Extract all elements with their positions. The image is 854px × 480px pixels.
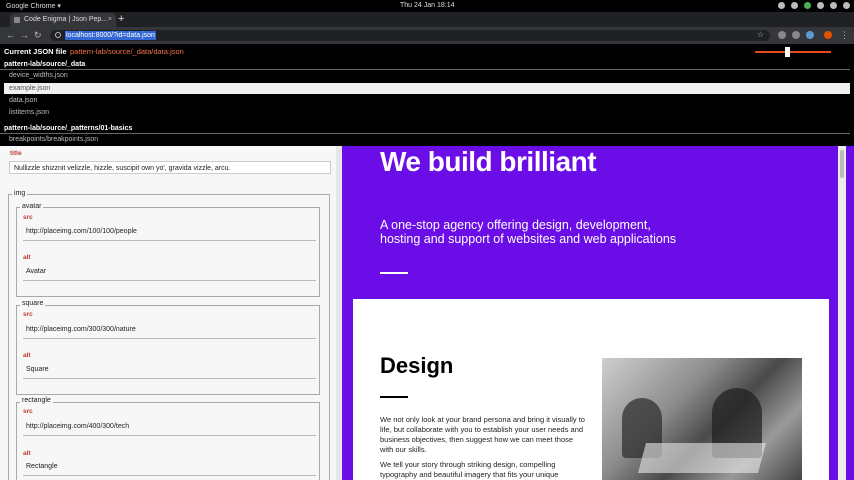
tray-icon[interactable] [778,2,785,9]
input-underline [23,338,316,339]
src-label: src [23,214,33,221]
alt-label: alt [23,352,31,359]
current-json-label: Current JSON file [4,47,67,56]
rectangle-fieldset [16,402,320,480]
directory-heading: pattern-lab/source/_patterns/01-basics [4,125,133,132]
current-json-file: pattern-lab/source/_data/data.json [70,47,184,56]
hero-divider [380,272,408,274]
alt-input[interactable]: Avatar [26,268,46,275]
hero-subtitle: A one-stop agency offering design, devel… [380,218,677,246]
file-item-selected[interactable]: example.json [4,83,850,94]
active-app-label[interactable]: Google Chrome ▾ [6,2,61,10]
extension-icon[interactable] [792,31,800,39]
pattern-preview: We build brilliant A one-stop agency off… [342,146,854,480]
file-item[interactable]: listitems.json [9,109,49,116]
width-slider[interactable] [755,47,831,57]
json-form-pane: title Nullizzle shizznit velizzle, hizzl… [0,146,342,480]
src-input[interactable]: http://placeimg.com/400/300/tech [26,423,129,430]
square-legend: square [20,300,46,307]
slider-thumb[interactable] [785,47,790,57]
input-underline [23,378,316,379]
browser-toolbar: ← → ↻ localhost:8000/?id=data.json ☆ ⋮ [0,27,854,44]
json-file-list: pattern-lab/source/_data device_widths.j… [0,60,854,146]
alt-label: alt [23,450,31,457]
src-input[interactable]: http://placeimg.com/100/100/people [26,228,137,235]
directory-heading: pattern-lab/source/_data [4,61,86,68]
file-item[interactable]: breakpoints/breakpoints.json [9,136,98,143]
card-divider [380,396,408,398]
card-paragraph: We tell your story through striking desi… [380,460,559,479]
avatar-legend: avatar [20,203,44,210]
input-underline [23,240,316,241]
system-clock[interactable]: Thu 24 Jan 18:14 [400,2,455,9]
alt-input[interactable]: Rectangle [26,463,58,470]
preview-scrollbar[interactable] [838,146,846,480]
src-label: src [23,408,33,415]
file-item[interactable]: device_widths.json [9,72,68,79]
field-label-title: title [10,150,22,157]
divider [0,133,850,134]
square-fieldset [16,305,320,395]
browser-tab-strip: Code Enigma | Json Pep... × + [0,12,854,27]
power-icon[interactable] [843,2,850,9]
profile-avatar[interactable] [824,31,832,39]
os-top-bar: Google Chrome ▾ Thu 24 Jan 18:14 [0,0,854,12]
file-item[interactable]: data.json [9,97,37,104]
card-photo [602,358,802,480]
system-tray [778,2,850,9]
new-tab-button[interactable]: + [118,13,124,25]
site-info-icon[interactable] [55,32,61,38]
service-card: Design We not only look at your brand pe… [353,299,829,480]
extension-icon[interactable] [778,31,786,39]
tab-title: Code Enigma | Json Pep... [24,16,108,23]
tray-icon[interactable] [791,2,798,9]
img-legend: img [12,190,28,197]
browser-tab[interactable]: Code Enigma | Json Pep... × [10,13,116,27]
volume-icon[interactable] [817,2,824,9]
rectangle-legend: rectangle [20,397,53,404]
network-icon[interactable] [804,2,811,9]
battery-icon[interactable] [830,2,837,9]
card-title: Design [380,353,454,378]
bookmark-star-icon[interactable]: ☆ [757,30,764,39]
back-icon[interactable]: ← [6,30,15,40]
src-input[interactable]: http://placeimg.com/300/300/nature [26,326,136,333]
forward-icon[interactable]: → [20,30,29,40]
scrollbar-thumb[interactable] [840,150,844,178]
alt-input[interactable]: Square [26,366,49,373]
input-underline [23,280,316,281]
src-label: src [23,311,33,318]
input-underline [23,475,316,476]
divider [0,69,850,70]
address-bar[interactable]: localhost:8000/?id=data.json ☆ [50,30,770,41]
url-text[interactable]: localhost:8000/?id=data.json [65,31,156,40]
favicon-icon [14,17,20,23]
card-paragraph: We not only look at your brand persona a… [380,415,585,454]
close-tab-icon[interactable]: × [108,16,112,23]
photo-paper [637,443,767,473]
title-input[interactable]: Nullizzle shizznit velizzle, hizzle, sus… [9,161,331,174]
input-underline [23,435,316,436]
hero-title: We build brilliant [380,146,597,177]
avatar-fieldset [16,207,320,297]
menu-icon[interactable]: ⋮ [840,30,849,41]
json-editor-bar: Current JSON file pattern-lab/source/_da… [0,44,854,60]
alt-label: alt [23,254,31,261]
reload-icon[interactable]: ↻ [34,30,42,41]
extension-icon[interactable] [806,31,814,39]
